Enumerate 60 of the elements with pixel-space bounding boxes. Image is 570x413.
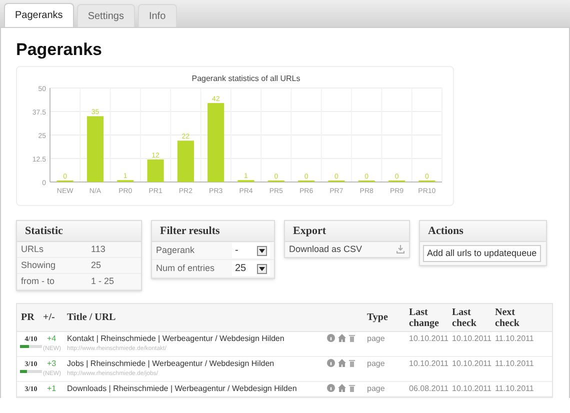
change-value: +3 bbox=[46, 359, 58, 369]
tab[interactable]: Pageranks bbox=[4, 3, 74, 27]
update-queue-button[interactable]: Add all urls to updatequeue bbox=[423, 245, 541, 262]
home-icon[interactable] bbox=[338, 359, 346, 367]
select-field[interactable]: - bbox=[232, 243, 270, 258]
filter-label: Num of entries bbox=[156, 263, 215, 274]
date-cell-text: 06.08.2011 bbox=[409, 384, 450, 394]
stat-value: 25 bbox=[91, 260, 102, 271]
chart-title: Pagerank statistics of all URLs bbox=[192, 74, 300, 83]
select-field[interactable]: 25 bbox=[232, 261, 270, 276]
column-header: Type bbox=[367, 312, 389, 323]
date-cell-text: 10.10.2011 bbox=[409, 334, 450, 344]
date-cell-text: 10.10.2011 bbox=[452, 334, 492, 344]
column-header: Next check bbox=[495, 306, 520, 328]
page-title: Jobs | Rheinschmiede | Werbeagentur / Webdesign Hilden bbox=[67, 359, 276, 369]
date-cell-text: 11.10.2011 bbox=[495, 359, 535, 369]
info-icon[interactable] bbox=[327, 334, 335, 342]
date-cell-text: 11.10.2011 bbox=[495, 334, 535, 344]
column-header: PR bbox=[20, 312, 36, 323]
panel-header: Actions bbox=[420, 221, 546, 242]
page-heading: Pageranks bbox=[16, 39, 103, 61]
stat-value: 113 bbox=[91, 244, 106, 255]
download-icon[interactable] bbox=[396, 245, 405, 254]
column-header: Last check bbox=[452, 306, 478, 328]
bar bbox=[177, 140, 194, 182]
column-header: Title / URL bbox=[67, 312, 117, 323]
home-icon[interactable] bbox=[338, 334, 346, 342]
bar bbox=[147, 159, 164, 182]
tab[interactable]: Info bbox=[138, 4, 177, 27]
stat-label: Showing bbox=[21, 260, 57, 271]
date-cell-text: 10.10.2011 bbox=[409, 359, 450, 369]
date-cell-text: 11.10.2011 bbox=[495, 384, 535, 394]
trash-icon[interactable] bbox=[349, 384, 355, 392]
type-cell-text: page bbox=[367, 359, 386, 369]
dropdown-arrow-icon bbox=[257, 264, 267, 274]
info-icon[interactable] bbox=[327, 384, 335, 392]
stat-value: 1 - 25 bbox=[91, 276, 114, 287]
stat-label: URLs bbox=[21, 244, 45, 255]
trash-icon[interactable] bbox=[349, 334, 355, 342]
panel-header: Statistic bbox=[17, 221, 141, 242]
dropdown-arrow-icon bbox=[257, 246, 267, 256]
date-cell-text: 10.10.2011 bbox=[452, 359, 492, 369]
change-value: +4 bbox=[46, 334, 58, 344]
column-header: +/- bbox=[43, 312, 56, 323]
column-header: Last change bbox=[409, 306, 440, 328]
type-cell-text: page bbox=[367, 334, 386, 344]
trash-icon[interactable] bbox=[349, 359, 355, 367]
home-icon[interactable] bbox=[338, 384, 346, 392]
tab[interactable]: Settings bbox=[76, 4, 135, 27]
page-title: Kontakt | Rheinschmiede | Werbeagentur / Webdesign Hilden bbox=[67, 334, 286, 344]
info-icon[interactable] bbox=[327, 359, 335, 367]
panel-header: Filter results bbox=[152, 221, 274, 242]
page-title: Downloads | Rheinschmiede | Werbeagentur / Webdesign Hilden bbox=[67, 384, 298, 394]
bar bbox=[86, 116, 104, 182]
panel-header: Export bbox=[285, 221, 409, 242]
change-value: +1 bbox=[46, 384, 58, 394]
filter-label: Pagerank bbox=[156, 245, 195, 256]
stat-label: from - to bbox=[21, 276, 56, 287]
type-cell-text: page bbox=[367, 384, 386, 394]
date-cell-text: 10.10.2011 bbox=[452, 384, 492, 394]
